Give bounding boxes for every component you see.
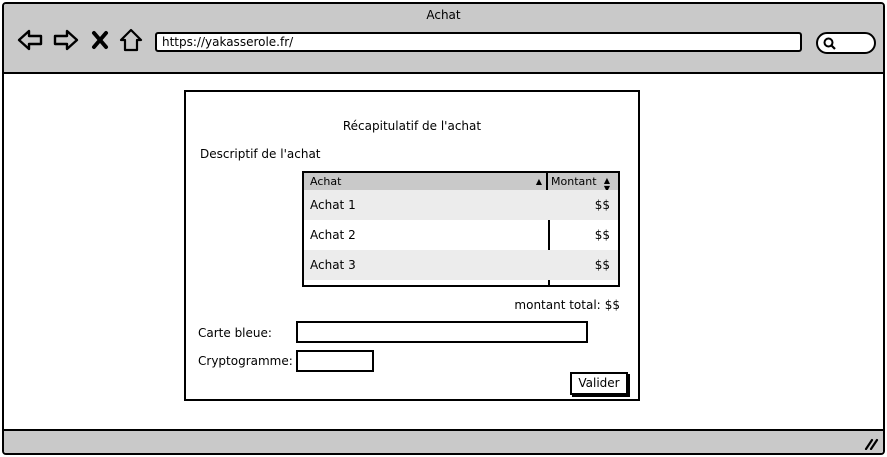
- page-title: Récapitulatif de l'achat: [342, 119, 482, 133]
- browser-toolbar: Achat https://yakasserole.fr/: [4, 4, 883, 74]
- resize-handle-icon[interactable]: [863, 436, 879, 450]
- home-icon[interactable]: [119, 28, 143, 52]
- total-label: montant total:: [514, 298, 601, 312]
- window-title: Achat: [426, 8, 461, 22]
- table-header: Achat ▲ Montant ▲ ▼: [304, 173, 618, 193]
- status-bar: [4, 429, 883, 453]
- section-label: Descriptif de l'achat: [200, 147, 321, 161]
- table-row[interactable]: Achat 2 $$: [304, 220, 618, 250]
- row-amount: $$: [594, 228, 610, 242]
- total-value: $$: [604, 298, 620, 312]
- row-amount: $$: [594, 198, 610, 212]
- column-header-montant[interactable]: Montant ▲ ▼: [548, 173, 618, 193]
- browser-window: Achat https://yakasserole.fr/ Récapitula…: [2, 2, 885, 455]
- column-header-achat[interactable]: Achat ▲: [304, 173, 548, 190]
- row-amount: $$: [594, 258, 610, 272]
- table-row[interactable]: Achat 1 $$: [304, 190, 618, 220]
- column-header-label: Achat: [310, 175, 342, 188]
- cvv-input[interactable]: [296, 350, 374, 372]
- row-name: Achat 2: [310, 228, 356, 242]
- address-bar[interactable]: https://yakasserole.fr/: [155, 32, 802, 52]
- validate-button[interactable]: Valider: [570, 372, 628, 395]
- sort-ascending-icon: ▲: [535, 177, 542, 186]
- purchase-summary-panel: Récapitulatif de l'achat Descriptif de l…: [184, 90, 640, 401]
- browser-search-field[interactable]: [816, 32, 876, 54]
- search-icon: [823, 37, 836, 50]
- card-number-input[interactable]: [296, 321, 588, 343]
- purchase-table: Achat ▲ Montant ▲ ▼ Achat 1 $$ Achat 2 $$…: [302, 171, 620, 287]
- forward-icon[interactable]: [53, 28, 79, 52]
- row-name: Achat 3: [310, 258, 356, 272]
- cvv-label: Cryptogramme:: [198, 354, 293, 368]
- row-name: Achat 1: [310, 198, 356, 212]
- table-row[interactable]: Achat 3 $$: [304, 250, 618, 280]
- close-icon[interactable]: [90, 28, 110, 52]
- card-label: Carte bleue:: [198, 326, 272, 340]
- total-amount: montant total: $$: [514, 298, 620, 312]
- back-icon[interactable]: [17, 28, 43, 52]
- column-header-label: Montant: [551, 175, 597, 188]
